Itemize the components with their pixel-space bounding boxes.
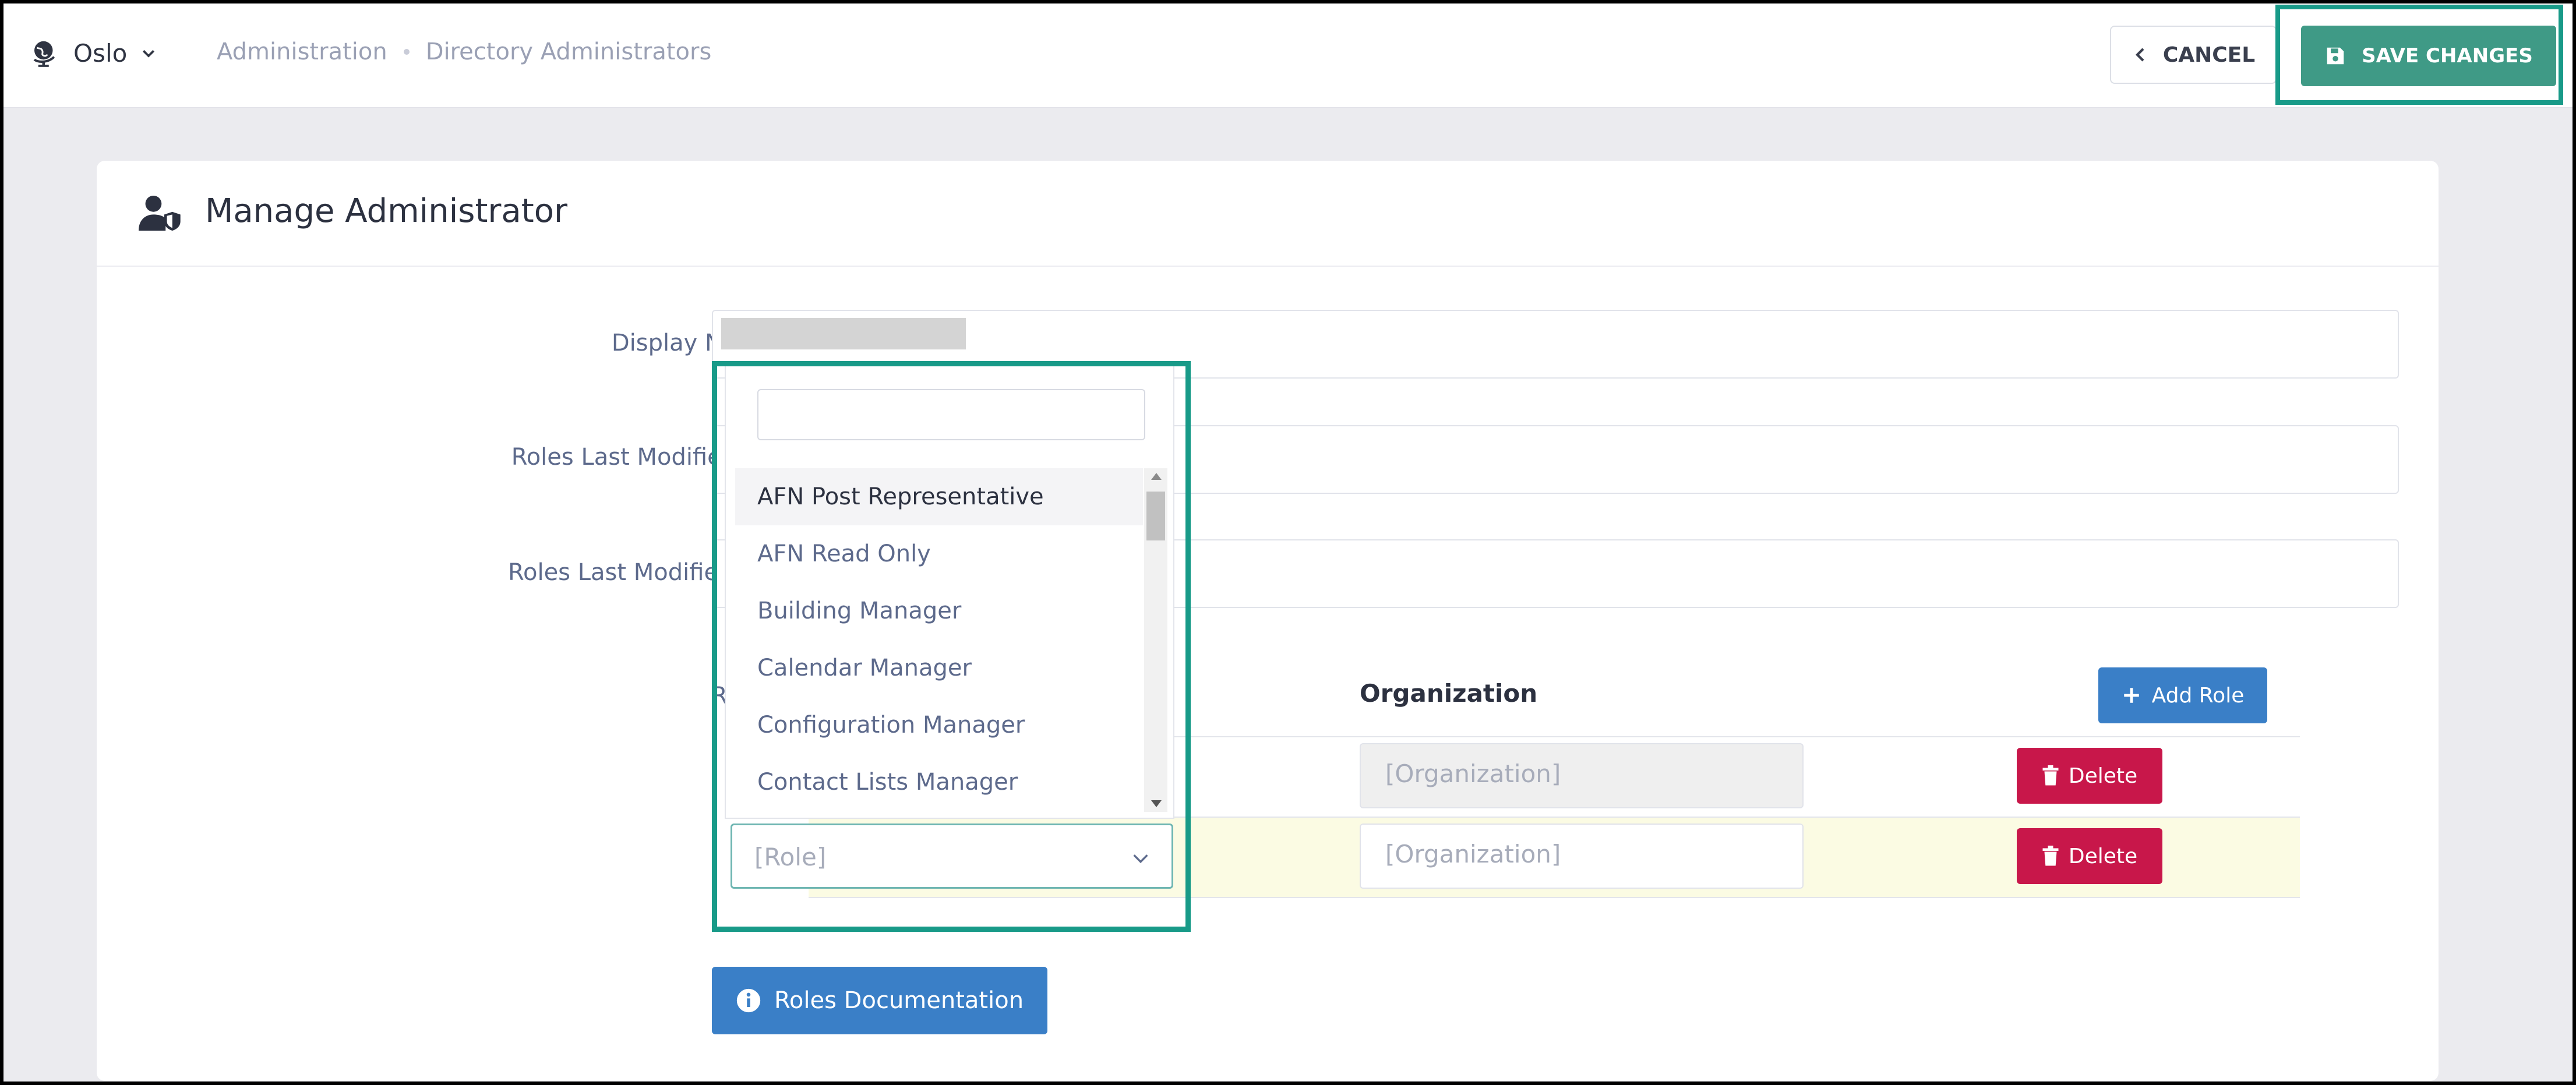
info-circle-icon — [736, 988, 761, 1013]
scroll-down-arrow-icon[interactable] — [1151, 800, 1162, 807]
add-role-button[interactable]: Add Role — [2098, 667, 2267, 723]
role-option[interactable]: AFN Read Only — [735, 525, 1143, 582]
cancel-label: CANCEL — [2162, 43, 2256, 67]
role-dropdown: AFN Post Representative AFN Read Only Bu… — [725, 365, 1174, 819]
top-bar: Oslo Administration Directory Administra… — [3, 3, 2573, 108]
manage-administrator-card: Manage Administrator Display Name Roles … — [97, 161, 2439, 1081]
plus-icon — [2123, 688, 2139, 703]
role-option[interactable]: Calendar Manager — [735, 639, 1143, 697]
trash-icon — [2042, 846, 2059, 866]
role-options-list: AFN Post Representative AFN Read Only Bu… — [735, 468, 1143, 812]
cancel-button[interactable]: CANCEL — [2110, 26, 2277, 84]
delete-label: Delete — [2068, 764, 2138, 788]
role-option[interactable]: Contact Lists Manager — [735, 754, 1143, 811]
chevron-down-icon — [140, 44, 157, 62]
trash-icon — [2042, 765, 2059, 786]
roles-modified-by-label: Roles Last Modified By — [511, 444, 774, 471]
page-title: Manage Administrator — [205, 192, 567, 230]
breadcrumb-directory-administrators[interactable]: Directory Administrators — [426, 38, 712, 65]
roles-documentation-button[interactable]: Roles Documentation — [712, 967, 1047, 1034]
breadcrumb-separator — [403, 49, 410, 55]
roles-modified-on-label: Roles Last Modified On — [507, 559, 774, 586]
organization-input[interactable]: [Organization] — [1360, 824, 1804, 889]
role-option[interactable]: Configuration Manager — [735, 697, 1143, 754]
roles-label: Roles — [308, 683, 774, 709]
role-select-value: [Role] — [754, 843, 827, 871]
delete-role-button[interactable]: Delete — [2017, 748, 2162, 804]
organization-column-header: Organization — [1360, 679, 1538, 708]
chevron-left-icon — [2135, 48, 2144, 62]
floppy-disk-icon — [2327, 47, 2344, 65]
table-divider — [809, 897, 2300, 898]
org-name: Oslo — [73, 38, 128, 68]
roles-documentation-label: Roles Documentation — [774, 987, 1024, 1014]
breadcrumb-administration[interactable]: Administration — [217, 38, 387, 65]
display-name-label: Display Name — [611, 330, 774, 356]
save-changes-label: SAVE CHANGES — [2362, 44, 2533, 68]
delete-role-button[interactable]: Delete — [2017, 828, 2162, 884]
delete-label: Delete — [2068, 844, 2138, 868]
dropdown-scrollbar[interactable] — [1144, 468, 1167, 812]
role-search-input[interactable] — [757, 389, 1145, 440]
scrollbar-thumb[interactable] — [1146, 492, 1165, 540]
role-option[interactable]: AFN Post Representative — [735, 468, 1143, 525]
card-header: Manage Administrator — [97, 161, 2439, 267]
role-option[interactable]: Building Manager — [735, 582, 1143, 639]
scroll-up-arrow-icon[interactable] — [1151, 473, 1162, 480]
org-switcher[interactable]: Oslo — [29, 37, 157, 69]
organization-input: [Organization] — [1360, 743, 1804, 808]
redacted-display-name — [721, 318, 966, 349]
globe-icon — [29, 37, 61, 69]
breadcrumb: Administration Directory Administrators — [217, 38, 711, 65]
save-changes-button[interactable]: SAVE CHANGES — [2301, 26, 2556, 86]
chevron-down-icon — [1133, 854, 1148, 864]
add-role-label: Add Role — [2151, 683, 2245, 708]
role-select[interactable]: [Role] — [731, 824, 1173, 889]
